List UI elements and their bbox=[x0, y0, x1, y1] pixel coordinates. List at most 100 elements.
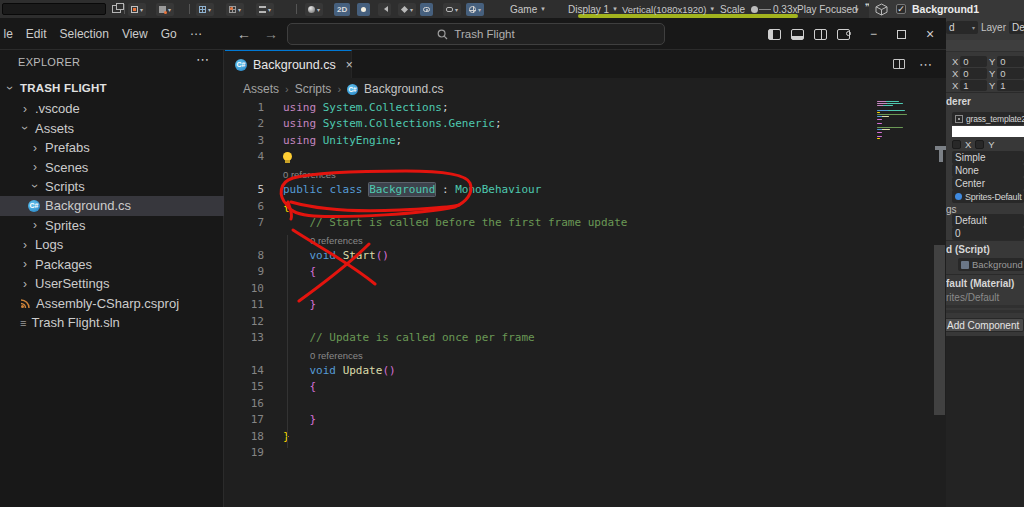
transform-y-field[interactable]: 0 bbox=[997, 56, 1024, 67]
toggle-sidebar-icon[interactable] bbox=[768, 29, 781, 40]
sidebar-item-assembly-csharp-csproj[interactable]: Assembly-CSharp.csproj bbox=[0, 293, 224, 312]
sidebar-item-prefabs[interactable]: Prefabs bbox=[0, 138, 224, 157]
2d-toggle[interactable]: 2D bbox=[334, 3, 350, 16]
code-text[interactable]: using UnityEngine; bbox=[283, 134, 402, 147]
sidebar-item-scripts[interactable]: Scripts bbox=[0, 177, 224, 196]
menu-le[interactable]: le bbox=[0, 27, 19, 41]
material-field[interactable]: Sprites-Default bbox=[952, 190, 1024, 203]
transform-y-field[interactable]: 1 bbox=[997, 80, 1024, 91]
sidebar-item-trash-flight-sln[interactable]: ≡Trash Flight.sln bbox=[0, 313, 224, 332]
pivot-icon[interactable]: ▾ bbox=[156, 3, 174, 16]
audio-toggle[interactable] bbox=[378, 3, 391, 16]
codelens-references[interactable]: 0 references bbox=[225, 166, 935, 182]
grid-icon[interactable]: ▾ bbox=[196, 3, 214, 16]
lightbulb-icon[interactable] bbox=[283, 152, 292, 161]
project-root-folder[interactable]: TRASH FLIGHT bbox=[0, 78, 224, 98]
explorer-actions-icon[interactable]: ⋯ bbox=[196, 52, 209, 67]
code-text[interactable]: using System.Collections; bbox=[283, 101, 449, 114]
unity-toolbar-field[interactable] bbox=[2, 3, 106, 15]
flip-x-checkbox[interactable] bbox=[952, 140, 961, 149]
code-text[interactable]: // Start is called before the first fram… bbox=[283, 216, 627, 229]
breadcrumb-file[interactable]: Background.cs bbox=[364, 82, 443, 96]
codelens-references[interactable]: 0 references bbox=[225, 347, 935, 363]
transform-x-field[interactable]: 1 bbox=[960, 80, 987, 91]
transform-x-field[interactable]: 0 bbox=[960, 56, 987, 67]
window-restore-icon[interactable] bbox=[112, 5, 121, 13]
effects-toggle[interactable]: ▾ bbox=[398, 3, 416, 16]
sprite-field[interactable]: grass_template2 bbox=[952, 112, 1024, 125]
draw-mode-dropdown[interactable]: Simple bbox=[952, 151, 1024, 164]
sidebar-item--vscode[interactable]: .vscode bbox=[0, 99, 224, 118]
split-editor-icon[interactable] bbox=[893, 59, 905, 69]
nav-back-button[interactable]: ← bbox=[237, 26, 251, 42]
sidebar-item-assets[interactable]: Assets bbox=[0, 118, 224, 137]
scale-slider[interactable] bbox=[751, 6, 758, 13]
active-checkbox[interactable]: ✓ bbox=[896, 4, 906, 14]
customize-layout-icon[interactable] bbox=[837, 29, 850, 40]
sidebar-item-sprites[interactable]: Sprites bbox=[0, 216, 224, 235]
code-editor[interactable]: 1using System.Collections;2using System.… bbox=[225, 100, 935, 507]
code-text[interactable]: // Update is called once per frame bbox=[283, 331, 535, 344]
scrollbar-thumb[interactable] bbox=[934, 245, 945, 415]
script-field[interactable]: Background bbox=[958, 258, 1024, 271]
toggle-secondary-sidebar-icon[interactable] bbox=[814, 29, 827, 40]
play-focused-arrow-icon[interactable]: ▾ bbox=[855, 6, 859, 14]
menu-view[interactable]: View bbox=[115, 27, 154, 41]
order-in-layer-field[interactable]: 0 bbox=[952, 227, 1024, 240]
sidebar-item-background-cs[interactable]: C#Background.cs bbox=[0, 196, 224, 215]
code-text[interactable]: void Update() bbox=[283, 364, 396, 377]
game-view-tab[interactable]: Game▾ bbox=[510, 0, 545, 18]
code-text[interactable]: public class Background : MonoBehaviour bbox=[283, 183, 541, 196]
sorting-layer-dropdown[interactable]: Default bbox=[952, 214, 1024, 227]
display-dropdown[interactable]: Display 1▾ bbox=[568, 0, 617, 18]
gizmos-toggle[interactable]: ▾ bbox=[466, 3, 484, 16]
play-focused-dropdown[interactable]: Play Focused bbox=[797, 0, 858, 18]
transform-y-field[interactable]: 0 bbox=[997, 68, 1024, 79]
gameobject-name[interactable]: Background1 bbox=[912, 3, 979, 15]
snap-icon[interactable]: ▾ bbox=[226, 3, 244, 16]
menu-go[interactable]: Go bbox=[154, 27, 183, 41]
tab-close-icon[interactable]: × bbox=[346, 58, 353, 72]
menu-edit[interactable]: Edit bbox=[19, 27, 53, 41]
breadcrumb-scripts[interactable]: Scripts bbox=[295, 82, 332, 96]
measure-icon[interactable]: ▾ bbox=[256, 3, 274, 16]
maximize-button[interactable] bbox=[897, 30, 906, 39]
code-text[interactable] bbox=[283, 150, 292, 163]
menu-selection[interactable]: Selection bbox=[53, 27, 115, 41]
toggle-panel-icon[interactable] bbox=[791, 29, 804, 40]
search-input[interactable]: Trash Flight bbox=[287, 23, 665, 45]
layer-dropdown[interactable]: De bbox=[1009, 21, 1024, 34]
visibility-toggle[interactable] bbox=[420, 3, 433, 16]
sort-point-dropdown[interactable]: Center bbox=[952, 177, 1024, 190]
code-text[interactable]: { bbox=[283, 200, 290, 213]
close-button[interactable]: × bbox=[922, 26, 938, 42]
tag-dropdown[interactable]: d▾ bbox=[946, 21, 978, 34]
shading-mode-icon[interactable]: ▾ bbox=[305, 3, 323, 16]
code-text[interactable]: using System.Collections.Generic; bbox=[283, 117, 502, 130]
tab-background-cs[interactable]: C# Background.cs × bbox=[225, 50, 352, 78]
editor-more-actions-icon[interactable]: ⋯ bbox=[919, 57, 932, 72]
mask-interaction-dropdown[interactable]: None bbox=[952, 164, 1024, 177]
flip-y-checkbox[interactable] bbox=[975, 140, 984, 149]
minimize-button[interactable]: − bbox=[866, 27, 881, 41]
codelens-references[interactable]: 0 references bbox=[225, 232, 935, 248]
color-swatch[interactable] bbox=[952, 126, 1024, 137]
resolution-dropdown[interactable]: Vertical(1080x1920)▾ bbox=[622, 0, 714, 18]
lighting-toggle[interactable] bbox=[357, 3, 370, 16]
menu-more[interactable]: ⋯ bbox=[183, 27, 208, 41]
sidebar-item-logs[interactable]: Logs bbox=[0, 235, 224, 254]
sprite-renderer-header[interactable]: derer bbox=[946, 96, 1024, 107]
code-text[interactable]: void Start() bbox=[283, 249, 389, 262]
tool-handle-icon[interactable]: ▾ bbox=[128, 3, 146, 16]
sidebar-item-packages[interactable]: Packages bbox=[0, 255, 224, 274]
nav-forward-button[interactable]: → bbox=[264, 26, 278, 42]
minimap[interactable] bbox=[877, 101, 905, 140]
script-header[interactable]: d (Script) bbox=[946, 244, 1024, 255]
breadcrumb-assets[interactable]: Assets bbox=[243, 82, 279, 96]
transform-header[interactable] bbox=[946, 40, 1024, 52]
sidebar-item-usersettings[interactable]: UserSettings bbox=[0, 274, 224, 293]
camera-icon[interactable]: ▾ bbox=[443, 3, 461, 16]
add-component-button[interactable]: Add Component bbox=[944, 318, 1024, 332]
transform-x-field[interactable]: 0 bbox=[960, 68, 987, 79]
sidebar-item-scenes[interactable]: Scenes bbox=[0, 157, 224, 176]
